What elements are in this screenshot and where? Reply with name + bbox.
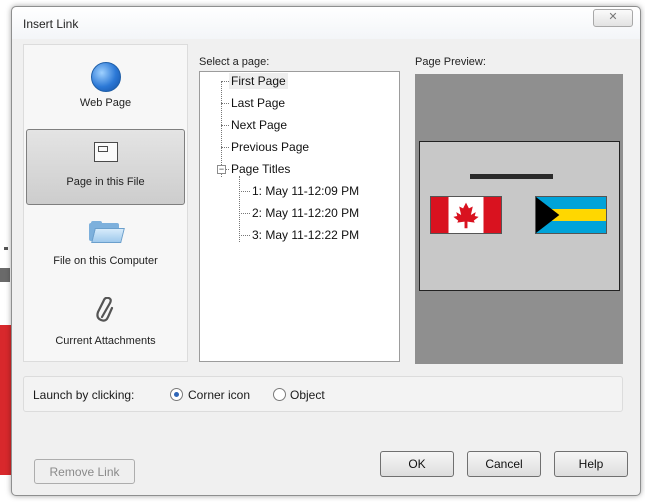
link-type-nav: Web Page Page in this File File on this … — [23, 44, 188, 362]
bahamas-flag — [535, 196, 607, 234]
tree-item-page-1[interactable]: 1: May 11-12:09 PM — [252, 183, 359, 199]
page-icon — [93, 142, 118, 162]
close-icon: ✕ — [608, 11, 618, 23]
slide-title-placeholder — [470, 174, 553, 179]
nav-item-label: Current Attachments — [55, 335, 156, 347]
preview-slide — [419, 141, 620, 291]
tree-item-previous-page[interactable]: Previous Page — [231, 139, 309, 155]
canada-flag — [430, 196, 502, 234]
nav-item-page-in-file[interactable]: Page in this File — [26, 129, 185, 205]
ok-button[interactable]: OK — [380, 451, 454, 477]
corner-icon-label[interactable]: Corner icon — [188, 388, 250, 402]
nav-item-web-page[interactable]: Web Page — [26, 49, 185, 125]
tree-item-last-page[interactable]: Last Page — [231, 95, 285, 111]
nav-item-file-on-computer[interactable]: File on this Computer — [26, 209, 185, 285]
cancel-button[interactable]: Cancel — [467, 451, 541, 477]
launch-options: Launch by clicking: Corner icon Object — [23, 376, 623, 412]
page-tree: − First Page Last Page Next Page Previou… — [199, 71, 400, 362]
remove-link-button[interactable]: Remove Link — [34, 459, 135, 484]
tree-item-page-2[interactable]: 2: May 11-12:20 PM — [252, 205, 359, 221]
minus-icon: − — [218, 164, 225, 174]
title-bar: Insert Link ✕ — [12, 7, 640, 39]
nav-item-current-attachments[interactable]: Current Attachments — [26, 285, 185, 361]
collapse-toggle[interactable]: − — [217, 165, 226, 174]
dialog-title: Insert Link — [23, 17, 79, 31]
tree-item-next-page[interactable]: Next Page — [231, 117, 287, 133]
object-radio[interactable] — [273, 388, 286, 401]
tree-item-page-titles[interactable]: Page Titles — [231, 161, 290, 177]
page-preview — [415, 74, 623, 364]
tree-item-page-3[interactable]: 3: May 11-12:22 PM — [252, 227, 359, 243]
paperclip-icon — [95, 297, 113, 322]
tree-item-first-page[interactable]: First Page — [229, 73, 288, 89]
folder-icon — [88, 221, 125, 243]
background-app-mark — [0, 268, 10, 282]
select-page-label: Select a page: — [199, 56, 270, 68]
background-app-mark — [4, 247, 8, 250]
nav-item-label: Web Page — [79, 97, 132, 109]
globe-icon — [90, 62, 121, 92]
close-button[interactable]: ✕ — [593, 9, 633, 27]
launch-label: Launch by clicking: — [33, 388, 135, 402]
nav-item-label: File on this Computer — [53, 255, 158, 267]
corner-icon-radio[interactable] — [170, 388, 183, 401]
object-label[interactable]: Object — [290, 388, 325, 402]
help-button[interactable]: Help — [554, 451, 628, 477]
page-preview-label: Page Preview: — [415, 56, 486, 68]
nav-item-label: Page in this File — [66, 176, 145, 188]
